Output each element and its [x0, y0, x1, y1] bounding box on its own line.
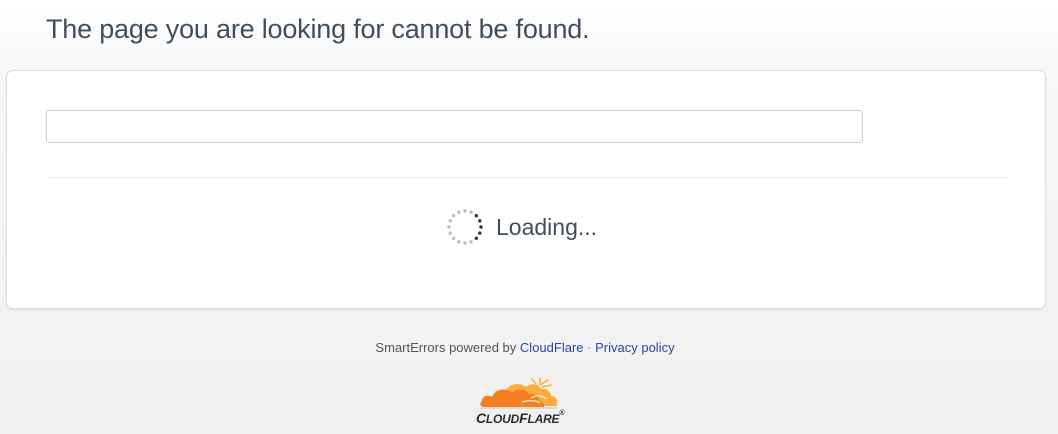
wordmark-c: C [476, 410, 486, 426]
wordmark-loud: LOUD [485, 412, 520, 426]
loading-text: Loading... [496, 213, 598, 240]
spinner-dot [448, 231, 452, 235]
wordmark-trademark: ® [559, 410, 565, 417]
page-title: The page you are looking for cannot be f… [46, 14, 590, 44]
footer: SmartErrors powered by CloudFlare · Priv… [0, 340, 1050, 355]
cloudflare-wordmark: CLOUDFLARE® [476, 410, 565, 426]
privacy-policy-link[interactable]: Privacy policy [595, 340, 674, 355]
spinner-dot [451, 236, 456, 241]
spinner-dot [469, 240, 473, 244]
content-card: Loading... [6, 70, 1046, 309]
spinner-dot [463, 241, 467, 245]
footer-prefix: SmartErrors powered by [375, 340, 517, 355]
spinner-dot [479, 225, 483, 229]
spinner-dot [447, 225, 451, 229]
spinner-dot [451, 213, 456, 218]
loading-spinner-icon [447, 209, 483, 245]
loading-indicator: Loading... [445, 207, 597, 247]
spinner-dot [474, 213, 479, 218]
footer-separator: · [587, 340, 592, 355]
cloudflare-cloud-icon [480, 377, 558, 409]
cloudflare-link[interactable]: CloudFlare [520, 340, 584, 355]
spinner-dot [457, 240, 461, 244]
spinner-dot [478, 231, 482, 235]
cloudflare-logo[interactable]: CLOUDFLARE® [474, 376, 580, 426]
spinner-dot [474, 236, 479, 241]
spinner-dot [463, 209, 467, 213]
wordmark-lare: LARE [527, 412, 560, 426]
spinner-dot [448, 219, 452, 223]
search-input[interactable] [46, 110, 863, 143]
divider [46, 177, 1008, 178]
spinner-dot [478, 219, 482, 223]
spinner-dot [469, 210, 473, 214]
spinner-dot [457, 210, 461, 214]
